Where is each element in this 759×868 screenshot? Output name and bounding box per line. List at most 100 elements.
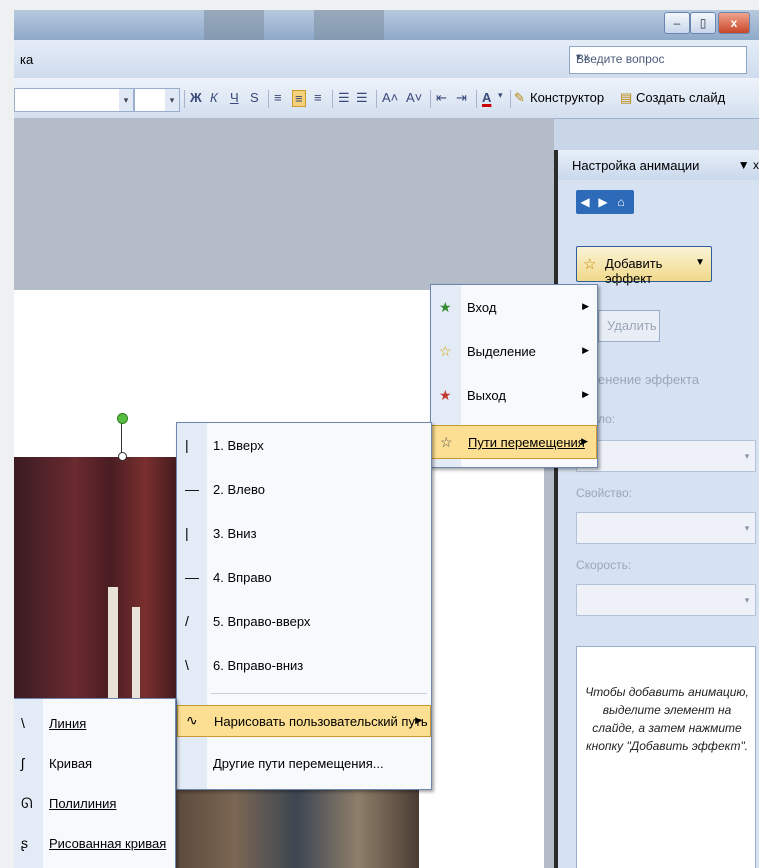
constructor-button[interactable]: Конструктор (530, 90, 604, 105)
menu-item-emphasis[interactable]: ☆ Выделение ▶ (431, 337, 597, 367)
menu-item-path-left[interactable]: — 2. Влево (177, 475, 431, 505)
question-input[interactable]: Введите вопрос ▾ x (569, 46, 747, 74)
slide-photo-lower[interactable] (174, 780, 419, 868)
chevron-down-icon: ▼ (695, 257, 705, 268)
menu-item-label: Выделение (467, 344, 536, 359)
font-name-combo[interactable]: ▾ (14, 88, 134, 112)
menu-item-help[interactable]: ка (20, 52, 33, 67)
pane-close-icon[interactable]: ▼ x (738, 158, 759, 172)
slide-photo[interactable] (14, 457, 189, 702)
forward-icon[interactable]: ▶ (594, 190, 612, 214)
toolbar-separator (430, 90, 431, 108)
menu-item-path-down-right[interactable]: \ 6. Вправо-вниз (177, 651, 431, 681)
menu-item-label: Нарисовать пользовательский путь (214, 714, 428, 729)
pane-nav-buttons: ◀ ▶ ⌂ (576, 190, 634, 214)
bold-button[interactable]: Ж (190, 90, 202, 105)
shadow-button[interactable]: S (250, 90, 259, 105)
menu-item-curve[interactable]: ʃ Кривая (14, 749, 175, 779)
delete-button[interactable]: Удалить (598, 310, 660, 342)
motion-paths-menu: | 1. Вверх — 2. Влево | 3. Вниз — 4. Впр… (176, 422, 432, 790)
toolbar-separator (476, 90, 477, 108)
close-button[interactable]: x (718, 12, 750, 34)
menu-item-polyline[interactable]: ᘏ Полилиния (14, 789, 175, 819)
numbered-list-icon[interactable]: ☰ (338, 90, 350, 106)
change-effect-label: енение эффекта (598, 372, 700, 387)
align-left-icon[interactable]: ≡ (274, 90, 282, 105)
menu-item-label: 3. Вниз (213, 526, 257, 541)
increase-indent-icon[interactable]: ⇥ (456, 90, 467, 106)
exit-star-icon: ★ (439, 387, 452, 403)
emphasis-star-icon: ☆ (439, 343, 452, 359)
menu-item-exit[interactable]: ★ Выход ▶ (431, 381, 597, 411)
chevron-down-icon[interactable]: ▾ (739, 513, 755, 543)
menu-item-entrance[interactable]: ★ Вход ▶ (431, 293, 597, 323)
home-icon[interactable]: ⌂ (612, 190, 630, 214)
chevron-down-icon[interactable]: ▾ (739, 441, 755, 471)
hint-text: Чтобы добавить анимацию, выделите элемен… (585, 685, 749, 753)
toolbar-separator (510, 90, 511, 108)
decrease-indent-icon[interactable]: ⇤ (436, 90, 447, 106)
question-dropdown-icon[interactable]: ▾ x (576, 52, 758, 63)
resize-handle[interactable] (118, 452, 127, 461)
back-icon[interactable]: ◀ (576, 190, 594, 214)
restore-button[interactable]: ▯ (690, 12, 716, 34)
toolbar-separator (268, 90, 269, 108)
path-right-icon: — (185, 569, 199, 585)
draw-path-menu: \ Линия ʃ Кривая ᘏ Полилиния ʂ Рисованна… (14, 698, 176, 868)
design-icon: ✎ (514, 90, 525, 105)
chevron-down-icon[interactable]: ▾ (119, 89, 133, 111)
rotation-handle[interactable] (117, 413, 128, 424)
font-size-combo[interactable]: ▾ (134, 88, 180, 112)
photo-detail (132, 607, 140, 702)
chevron-down-icon[interactable]: ▾ (498, 90, 503, 101)
animation-list-hint: Чтобы добавить анимацию, выделите элемен… (576, 646, 756, 868)
bulleted-list-icon[interactable]: ☰ (356, 90, 368, 106)
chevron-down-icon[interactable]: ▾ (165, 89, 179, 111)
menu-item-more-paths[interactable]: Другие пути перемещения... (177, 749, 431, 779)
menu-item-path-up-right[interactable]: / 5. Вправо-вверх (177, 607, 431, 637)
menu-item-freeform[interactable]: ʂ Рисованная кривая (14, 829, 175, 859)
line-icon: \ (21, 715, 25, 731)
title-bar-background (204, 10, 264, 40)
path-diagonal-up-icon: / (185, 613, 189, 629)
new-slide-icon: ▤ (620, 90, 633, 105)
menu-item-path-right[interactable]: — 4. Вправо (177, 563, 431, 593)
menu-bar: ка Введите вопрос ▾ x (14, 40, 759, 79)
new-slide-button[interactable]: Создать слайд (636, 90, 725, 105)
chevron-down-icon[interactable]: ▾ (739, 585, 755, 615)
menu-item-label: Кривая (49, 756, 93, 771)
align-right-icon[interactable]: ≡ (314, 90, 322, 105)
minimize-button[interactable]: – (664, 12, 690, 34)
start-combo[interactable]: ▾ (576, 440, 756, 472)
menu-item-path-down[interactable]: | 3. Вниз (177, 519, 431, 549)
title-bar: – ▯ x (14, 10, 759, 40)
custom-path-icon: ∿ (186, 712, 198, 728)
path-diagonal-down-icon: \ (185, 657, 189, 673)
underline-button[interactable]: Ч (230, 90, 239, 105)
align-center-icon[interactable]: ≡ (292, 90, 306, 107)
pane-header: Настройка анимации ▼ x (558, 150, 759, 180)
start-label: ло: (598, 412, 616, 426)
speed-combo[interactable]: ▾ (576, 584, 756, 616)
menu-item-label: Пути перемещения (468, 435, 585, 450)
formatting-toolbar: ▾ ▾ Ж К Ч S ≡ ≡ ≡ ☰ ☰ A˄ A˅ ⇤ ⇥ A ▾ ✎ Ко… (14, 78, 759, 119)
path-down-icon: | (185, 525, 189, 541)
menu-item-motion-paths[interactable]: ☆ Пути перемещения ▶ (431, 425, 597, 459)
font-color-button[interactable]: A (482, 90, 491, 105)
menu-item-label: Другие пути перемещения... (213, 756, 384, 771)
menu-item-line[interactable]: \ Линия (14, 709, 175, 739)
menu-item-path-up[interactable]: | 1. Вверх (177, 431, 431, 461)
menu-item-label: Вход (467, 300, 497, 315)
menu-item-draw-custom-path[interactable]: ∿ Нарисовать пользовательский путь ▶ (177, 705, 431, 737)
rotation-handle-stem (121, 422, 122, 454)
add-effect-button[interactable]: ☆ Добавить эффект ▼ (576, 246, 712, 286)
submenu-arrow-icon: ▶ (582, 345, 589, 355)
property-combo[interactable]: ▾ (576, 512, 756, 544)
curve-icon: ʃ (21, 755, 25, 771)
toolbar-separator (184, 90, 185, 108)
menu-separator (211, 693, 427, 694)
grow-font-button[interactable]: A˄ (382, 90, 398, 105)
shrink-font-button[interactable]: A˅ (406, 90, 422, 105)
italic-button[interactable]: К (210, 90, 218, 105)
menu-item-label: Выход (467, 388, 506, 403)
